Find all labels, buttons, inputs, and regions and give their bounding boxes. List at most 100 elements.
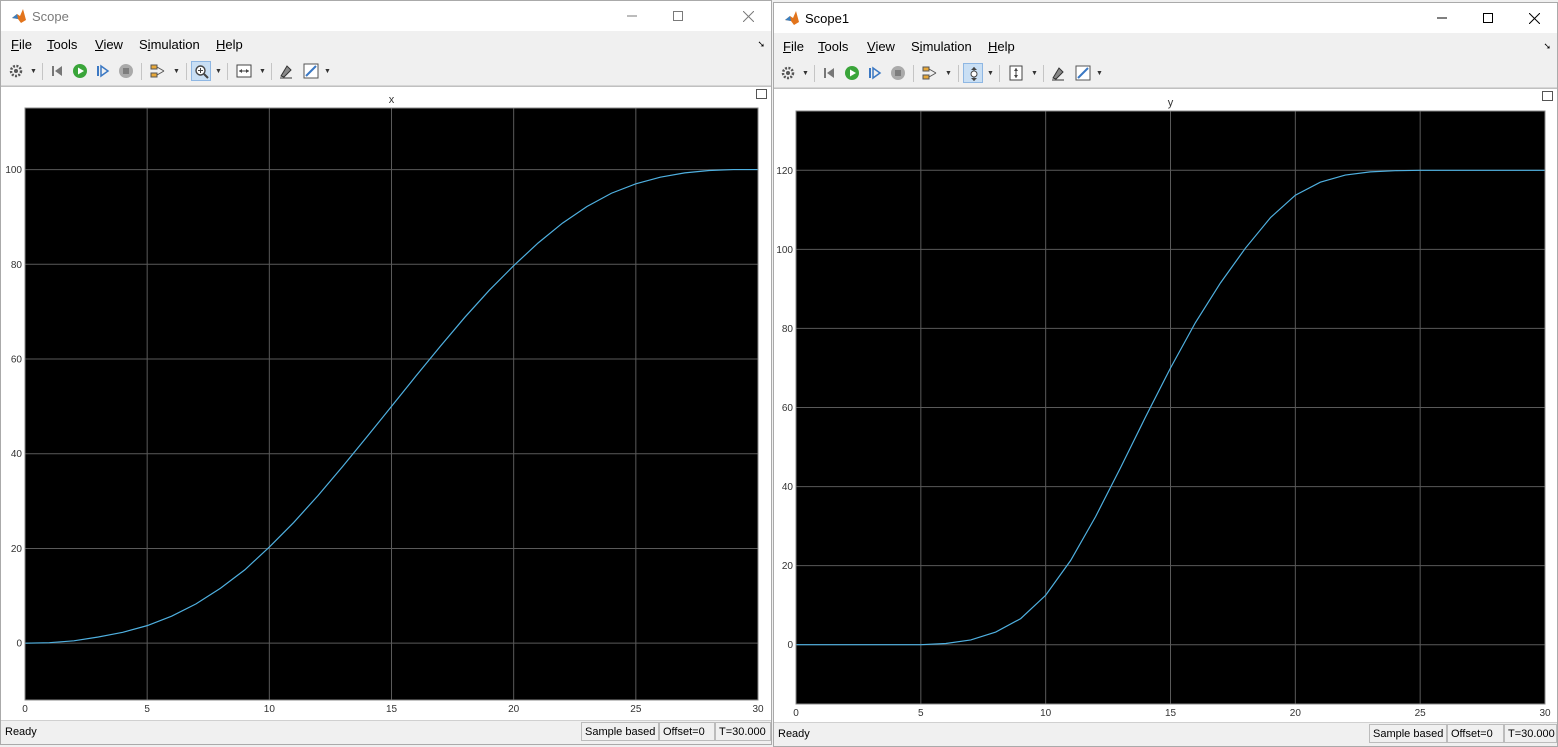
plot-panel: y 0 5 10 15 20 25 30 0 20 40 60 80 100 120 — [774, 88, 1557, 723]
maximize-button[interactable] — [1465, 3, 1511, 33]
settings-icon — [9, 64, 23, 78]
dropdown-arrow-icon[interactable]: ▼ — [802, 70, 809, 77]
step-back-icon — [52, 66, 62, 76]
step-back-icon — [824, 68, 834, 78]
step-forward-button[interactable] — [865, 63, 885, 83]
signal-select-button[interactable] — [148, 61, 168, 81]
title-bar[interactable]: Scope — [1, 1, 771, 31]
fit-y-icon — [1009, 65, 1023, 81]
y-tick-label: 100 — [776, 245, 793, 256]
x-tick-label: 20 — [508, 704, 520, 715]
step-forward-button[interactable] — [93, 61, 113, 81]
y-tick-label: 20 — [782, 561, 794, 572]
run-button[interactable] — [70, 61, 90, 81]
window-title: Scope — [32, 9, 69, 24]
menu-simulation[interactable]: Simulation — [911, 39, 972, 54]
step-back-button[interactable] — [820, 63, 840, 83]
menu-help[interactable]: Help — [216, 37, 243, 52]
stop-icon — [891, 66, 905, 80]
highlight-button[interactable] — [1048, 63, 1068, 83]
dropdown-arrow-icon[interactable]: ▼ — [259, 68, 266, 75]
zoom-y-icon — [970, 67, 978, 81]
toolbar: ▼ ▼ ▼ ▼ ▼ — [774, 59, 1557, 88]
menu-view[interactable]: View — [867, 39, 895, 54]
menu-tools[interactable]: Tools — [818, 39, 848, 54]
toolbar: ▼ ▼ ▼ ▼ ▼ — [1, 57, 771, 86]
x-tick-label: 15 — [386, 704, 398, 715]
step-back-button[interactable] — [48, 61, 68, 81]
line-chart-x[interactable]: x 0 5 10 15 20 25 30 0 20 40 60 80 100 — [1, 87, 771, 723]
y-tick-label: 20 — [11, 544, 23, 555]
dock-arrow-icon[interactable]: ➘ — [1543, 41, 1551, 52]
title-bar[interactable]: Scope1 — [774, 3, 1557, 33]
menu-file[interactable]: File — [783, 39, 804, 54]
highlight-button[interactable] — [276, 61, 296, 81]
fit-y-button[interactable] — [1006, 63, 1026, 83]
minimize-icon — [627, 15, 637, 17]
run-icon — [845, 66, 859, 80]
chart-title: x — [389, 94, 395, 106]
y-tick-label: 100 — [5, 165, 22, 176]
x-tick-label: 0 — [793, 708, 799, 719]
minimize-button[interactable] — [609, 1, 655, 31]
dock-arrow-icon[interactable]: ➘ — [757, 39, 765, 50]
toolbar-separator — [141, 63, 142, 80]
fit-axes-button[interactable] — [234, 61, 254, 81]
y-tick-label: 80 — [782, 324, 794, 335]
step-forward-icon — [869, 66, 882, 80]
status-bar: Ready Sample based Offset=0 T=30.000 — [774, 722, 1557, 746]
menu-tools[interactable]: Tools — [47, 37, 77, 52]
settings-button[interactable] — [6, 61, 26, 81]
dropdown-arrow-icon[interactable]: ▼ — [1031, 70, 1038, 77]
chart-title: y — [1168, 97, 1174, 109]
toolbar-separator — [999, 65, 1000, 82]
x-tick-label: 5 — [144, 704, 150, 715]
dropdown-arrow-icon[interactable]: ▼ — [215, 68, 222, 75]
stop-button[interactable] — [888, 63, 908, 83]
line-chart-y[interactable]: y 0 5 10 15 20 25 30 0 20 40 60 80 100 120 — [774, 89, 1557, 725]
minimize-icon — [1437, 17, 1447, 19]
zoom-y-button[interactable] — [963, 63, 983, 83]
toolbar-separator — [814, 65, 815, 82]
settings-button[interactable] — [778, 63, 798, 83]
style-icon — [1075, 65, 1091, 81]
close-icon — [743, 11, 754, 22]
menu-view[interactable]: View — [95, 37, 123, 52]
x-tick-label: 0 — [22, 704, 28, 715]
plot-panel: x 0 5 10 15 20 25 30 0 20 40 60 80 100 — [1, 86, 771, 721]
style-icon — [303, 63, 319, 79]
close-button[interactable] — [1511, 3, 1557, 33]
dropdown-arrow-icon[interactable]: ▼ — [987, 70, 994, 77]
signal-select-icon — [922, 66, 937, 80]
y-tick-label: 40 — [11, 449, 23, 460]
status-ready: Ready — [778, 728, 810, 740]
y-tick-label: 0 — [16, 639, 22, 650]
menu-help[interactable]: Help — [988, 39, 1015, 54]
close-button[interactable] — [725, 1, 771, 31]
status-time: T=30.000 — [1504, 724, 1557, 743]
dropdown-arrow-icon[interactable]: ▼ — [1096, 70, 1103, 77]
dropdown-arrow-icon[interactable]: ▼ — [30, 68, 37, 75]
maximize-button[interactable] — [655, 1, 701, 31]
style-button[interactable] — [301, 61, 321, 81]
settings-icon — [781, 66, 795, 80]
dropdown-arrow-icon[interactable]: ▼ — [945, 70, 952, 77]
run-button[interactable] — [842, 63, 862, 83]
stop-icon — [119, 64, 133, 78]
zoom-in-button[interactable] — [191, 61, 211, 81]
x-tick-label: 5 — [918, 708, 924, 719]
dropdown-arrow-icon[interactable]: ▼ — [324, 68, 331, 75]
menu-file[interactable]: File — [11, 37, 32, 52]
dropdown-arrow-icon[interactable]: ▼ — [173, 68, 180, 75]
signal-select-button[interactable] — [920, 63, 940, 83]
menu-simulation[interactable]: Simulation — [139, 37, 200, 52]
maximize-icon — [1483, 13, 1493, 23]
x-tick-label: 10 — [1040, 708, 1052, 719]
status-time: T=30.000 — [715, 722, 771, 741]
status-sample-based: Sample based — [1369, 724, 1447, 743]
menu-bar: File Tools View Simulation Help ➘ — [774, 33, 1557, 59]
minimize-button[interactable] — [1419, 3, 1465, 33]
stop-button[interactable] — [116, 61, 136, 81]
scope-window: Scope File Tools View Simulation Help ➘ … — [0, 0, 772, 745]
style-button[interactable] — [1073, 63, 1093, 83]
